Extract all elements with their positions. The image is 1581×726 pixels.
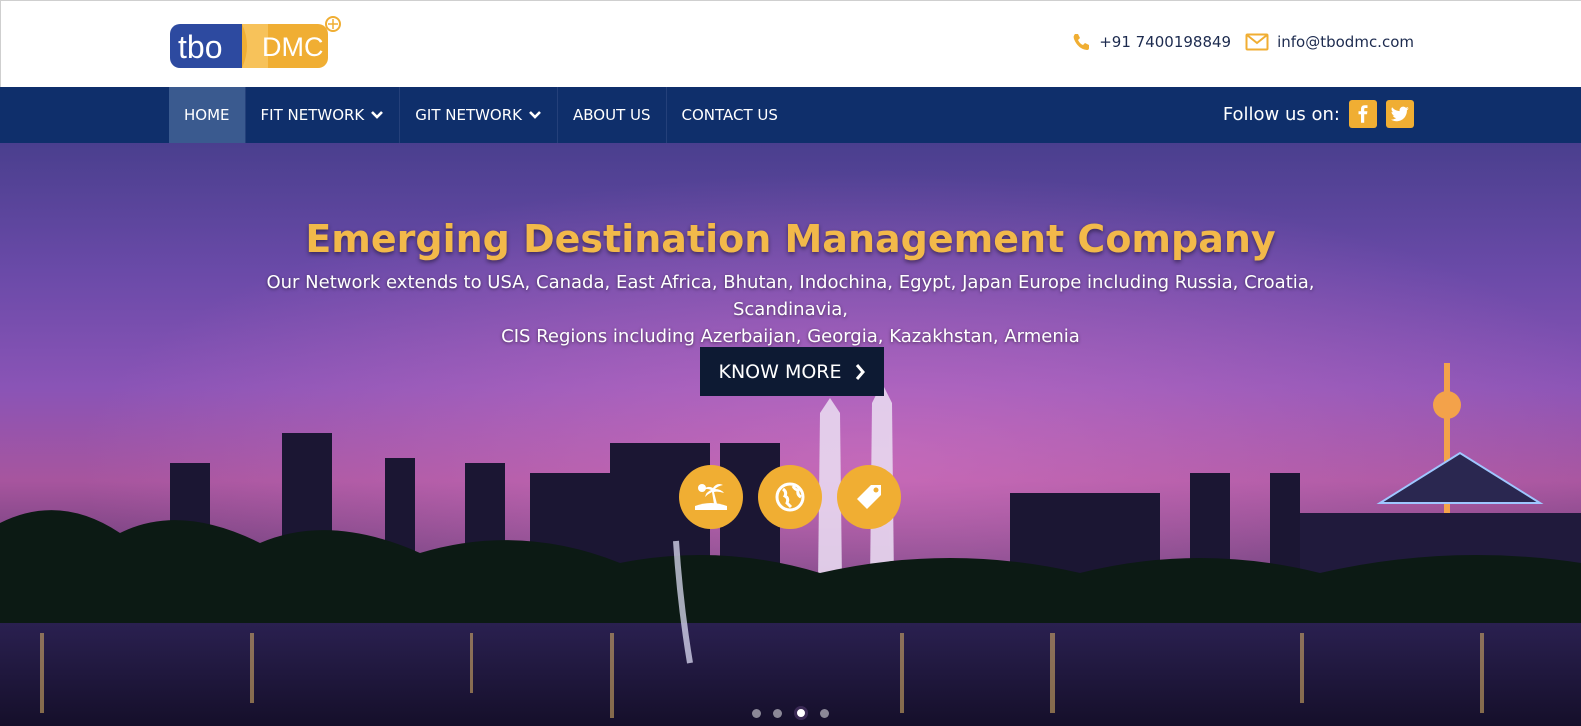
nav-label: HOME xyxy=(184,106,230,124)
carousel-indicators xyxy=(752,706,829,720)
nav-contact-us[interactable]: CONTACT US xyxy=(667,87,793,143)
hero-banner: Emerging Destination Management Company … xyxy=(0,143,1581,726)
carousel-dot-active[interactable] xyxy=(794,706,808,720)
svg-text:DMC: DMC xyxy=(262,32,324,62)
hero-description: Our Network extends to USA, Canada, East… xyxy=(240,269,1341,350)
nav-about-us[interactable]: ABOUT US xyxy=(558,87,667,143)
social-follow: Follow us on: xyxy=(1223,100,1414,128)
nav-label: CONTACT US xyxy=(681,106,778,124)
carousel-dot[interactable] xyxy=(820,708,829,718)
phone-icon xyxy=(1073,34,1090,50)
contact-info: +91 7400198849 info@tbodmc.com xyxy=(1071,32,1414,52)
chevron-down-icon xyxy=(371,111,384,119)
beach-feature-button[interactable] xyxy=(679,465,743,529)
nav-menu: HOME FIT NETWORK GIT NETWORK ABOUT US CO… xyxy=(169,87,793,143)
facebook-icon xyxy=(1358,105,1368,123)
know-more-label: KNOW MORE xyxy=(718,360,842,383)
email-address[interactable]: info@tbodmc.com xyxy=(1277,33,1414,51)
nav-fit-network[interactable]: FIT NETWORK xyxy=(246,87,401,143)
hero-title: Emerging Destination Management Company xyxy=(305,217,1276,261)
nav-label: GIT NETWORK xyxy=(415,106,523,124)
nav-label: FIT NETWORK xyxy=(260,106,365,124)
beach-icon xyxy=(695,484,727,510)
globe-icon xyxy=(775,482,805,512)
email-contact[interactable]: info@tbodmc.com xyxy=(1245,32,1414,52)
main-navigation: HOME FIT NETWORK GIT NETWORK ABOUT US CO… xyxy=(0,87,1581,143)
feature-icons xyxy=(679,465,901,529)
facebook-button[interactable] xyxy=(1349,100,1377,128)
tbo-dmc-logo[interactable]: tbo DMC xyxy=(170,16,342,72)
envelope-icon xyxy=(1245,33,1269,51)
carousel-dot[interactable] xyxy=(773,708,782,718)
chevron-down-icon xyxy=(529,111,541,119)
phone-number[interactable]: +91 7400198849 xyxy=(1099,33,1231,51)
hero-description-line: CIS Regions including Azerbaijan, Georgi… xyxy=(501,326,1080,347)
phone-contact[interactable]: +91 7400198849 xyxy=(1071,32,1231,52)
twitter-button[interactable] xyxy=(1386,100,1414,128)
nav-git-network[interactable]: GIT NETWORK xyxy=(400,87,559,143)
hero-description-line: Our Network extends to USA, Canada, East… xyxy=(266,272,1315,320)
nav-home[interactable]: HOME xyxy=(169,87,246,143)
carousel-dot[interactable] xyxy=(752,708,761,718)
globe-feature-button[interactable] xyxy=(758,465,822,529)
follow-label: Follow us on: xyxy=(1222,103,1340,125)
top-header: tbo DMC +91 7400198849 info@tbodmc.com xyxy=(0,0,1581,87)
twitter-icon xyxy=(1391,106,1409,122)
nav-label: ABOUT US xyxy=(573,106,651,124)
svg-text:tbo: tbo xyxy=(178,29,222,65)
know-more-button[interactable]: KNOW MORE xyxy=(700,347,884,396)
tag-feature-button[interactable] xyxy=(837,465,901,529)
tag-icon xyxy=(857,485,881,509)
chevron-right-icon xyxy=(855,363,865,380)
